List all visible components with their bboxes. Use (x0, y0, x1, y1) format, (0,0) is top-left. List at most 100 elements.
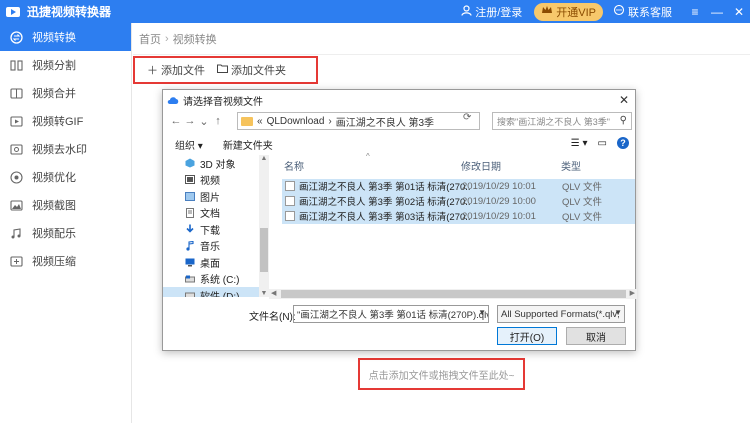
open-button[interactable]: 打开(O) (497, 327, 557, 345)
refresh-icon[interactable]: ⟳ (463, 112, 471, 123)
desktop-icon (184, 258, 195, 267)
sidebar-item-screenshot[interactable]: 视频截图 (0, 191, 131, 219)
file-row[interactable]: 画江湖之不良人 第3季 第02话 标清(270... 2019/10/29 10… (282, 194, 635, 209)
column-date[interactable]: 修改日期 (461, 158, 501, 173)
sidebar-item-merge[interactable]: 视频合并 (0, 79, 131, 107)
watermark-icon (9, 142, 23, 156)
nav-item-desktop[interactable]: 桌面 (163, 254, 268, 271)
nav-scrollbar[interactable]: ▲ ▼ (259, 155, 269, 297)
nav-label: 软件 (D:) (200, 288, 239, 297)
nav-item-drive-c[interactable]: 系统 (C:) (163, 271, 268, 288)
sidebar-item-convert[interactable]: 视频转换 (0, 23, 131, 51)
sidebar-item-label: 视频转GIF (32, 116, 84, 128)
file-list: ^ 名称 修改日期 类型 画江湖之不良人 第3季 第01话 标清(270... … (280, 152, 635, 297)
nav-item-documents[interactable]: 文档 (163, 205, 268, 222)
sidebar-item-compress[interactable]: 视频压缩 (0, 247, 131, 275)
filename-label: 文件名(N): (249, 312, 296, 323)
login-link[interactable]: 注册/登录 (461, 4, 522, 20)
chevron-down-icon[interactable]: ▼ (614, 308, 622, 317)
support-link[interactable]: 联系客服 (613, 4, 672, 20)
file-row[interactable]: 画江湖之不良人 第3季 第01话 标清(270... 2019/10/29 10… (282, 179, 635, 194)
column-name[interactable]: 名称 (284, 158, 304, 173)
dialog-buttons: 打开(O) 取消 (163, 327, 637, 347)
dialog-close-icon[interactable]: ✕ (619, 93, 629, 107)
optimize-icon (9, 170, 23, 184)
new-folder-button[interactable]: 新建文件夹 (223, 137, 273, 152)
login-label: 注册/登录 (475, 6, 523, 19)
scrollbar-thumb[interactable] (281, 290, 626, 298)
minimize-button[interactable]: — (706, 0, 728, 23)
view-options-icon[interactable]: ☰ ▾ (571, 138, 588, 149)
file-date: 2019/10/29 10:01 (462, 210, 536, 222)
file-list-hscrollbar[interactable]: ◀ ▶ (269, 289, 637, 299)
search-input[interactable]: 搜索"画江湖之不良人 第3季" ⚲ (492, 112, 632, 130)
sidebar-item-label: 视频合并 (32, 88, 76, 100)
scrollbar-thumb[interactable] (260, 228, 268, 272)
crown-icon (541, 5, 553, 18)
add-file-button[interactable]: ＋ 添加文件 (147, 62, 205, 78)
nav-item-drive-d[interactable]: 软件 (D:) (163, 287, 268, 297)
organize-menu[interactable]: 组织 ▾ (175, 137, 203, 152)
address-row: ← → ⌄ ↑ « QLDownload › 画江湖之不良人 第3季 ⟳ 搜索"… (163, 110, 637, 132)
forward-arrow-icon[interactable]: → (183, 115, 197, 127)
nav-item-pictures[interactable]: 图片 (163, 188, 268, 205)
music-note-icon (184, 240, 195, 251)
vip-button[interactable]: 开通VIP (534, 2, 603, 21)
scroll-left-icon[interactable]: ◀ (271, 289, 276, 297)
scroll-right-icon[interactable]: ▶ (630, 289, 635, 297)
file-date: 2019/10/29 10:00 (462, 195, 536, 207)
sidebar-item-optimize[interactable]: 视频优化 (0, 163, 131, 191)
nav-item-music[interactable]: 音乐 (163, 238, 268, 255)
sidebar-item-gif[interactable]: 视频转GIF (0, 107, 131, 135)
nav-label: 视频 (200, 176, 220, 188)
sidebar-item-split[interactable]: 视频分割 (0, 51, 131, 79)
support-label: 联系客服 (628, 6, 672, 19)
command-bar: 组织 ▾ 新建文件夹 ☰ ▾ ▭ ? (163, 134, 637, 154)
app-title: 迅捷视频转换器 (27, 5, 112, 19)
breadcrumb-home[interactable]: 首页 (139, 31, 161, 47)
folder-icon (241, 116, 253, 126)
dialog-title: 请选择音视频文件 (183, 96, 263, 108)
nav-item-downloads[interactable]: 下载 (163, 221, 268, 238)
path-segment[interactable]: 画江湖之不良人 第3季 (336, 114, 434, 129)
file-row[interactable]: 画江湖之不良人 第3季 第03话 标清(270... 2019/10/29 10… (282, 209, 635, 224)
scroll-down-icon[interactable]: ▼ (259, 290, 269, 297)
menu-button[interactable]: ≡ (684, 0, 706, 23)
nav-item-video[interactable]: 视频 (163, 172, 268, 189)
cube-icon (184, 158, 195, 168)
split-icon (9, 58, 23, 72)
help-icon[interactable]: ? (617, 137, 629, 149)
folder-icon (217, 64, 228, 76)
address-bar[interactable]: « QLDownload › 画江湖之不良人 第3季 (237, 112, 480, 130)
file-date: 2019/10/29 10:01 (462, 180, 536, 192)
add-folder-button[interactable]: 添加文件夹 (217, 62, 286, 78)
sidebar-item-music[interactable]: 视频配乐 (0, 219, 131, 247)
sidebar-item-watermark[interactable]: 视频去水印 (0, 135, 131, 163)
preview-pane-icon[interactable]: ▭ (598, 138, 607, 149)
video-icon (184, 175, 195, 185)
up-arrow-icon[interactable]: ↑ (211, 115, 225, 127)
compress-icon (9, 254, 23, 268)
nav-item-3d[interactable]: 3D 对象 (163, 155, 268, 172)
cancel-button[interactable]: 取消 (566, 327, 626, 345)
chevron-down-icon[interactable]: ▼ (478, 308, 486, 317)
search-icon[interactable]: ⚲ (620, 115, 627, 126)
file-icon (285, 181, 295, 192)
column-type[interactable]: 类型 (561, 158, 581, 173)
sidebar-item-label: 视频压缩 (32, 256, 76, 268)
scroll-up-icon[interactable]: ▲ (259, 155, 269, 162)
recent-dropdown-icon[interactable]: ⌄ (197, 115, 211, 128)
add-folder-label: 添加文件夹 (231, 65, 286, 77)
close-button[interactable]: ✕ (728, 0, 750, 23)
back-arrow-icon[interactable]: ← (169, 115, 183, 127)
filetype-select[interactable]: All Supported Formats(*.qlv; ▼ (497, 305, 625, 323)
column-header-row: ^ 名称 修改日期 类型 (280, 152, 635, 175)
file-type: QLV 文件 (562, 212, 602, 224)
path-segment[interactable]: QLDownload (267, 116, 325, 127)
drop-zone[interactable]: 点击添加文件或拖拽文件至此处~ (358, 358, 525, 390)
nav-label: 文档 (200, 209, 220, 221)
file-open-dialog: 请选择音视频文件 ✕ ← → ⌄ ↑ « QLDownload › 画江湖之不良… (162, 89, 637, 351)
sidebar-item-label: 视频优化 (32, 172, 76, 184)
filename-input[interactable]: "画江湖之不良人 第3季 第01话 标清(270P).qlv" " ▼ (293, 305, 489, 323)
merge-icon (9, 86, 23, 100)
